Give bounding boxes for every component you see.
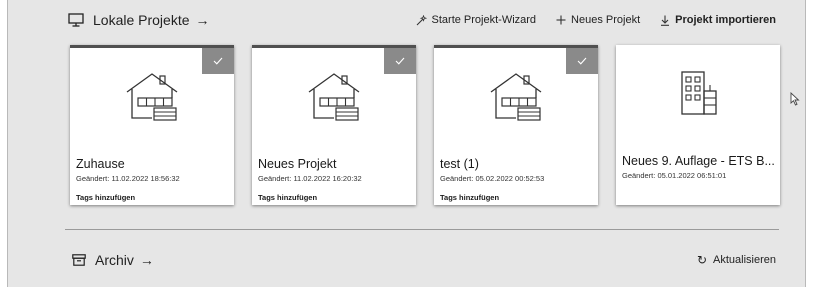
checkmark-icon — [395, 57, 405, 65]
new-project-button[interactable]: Neues Projekt — [556, 14, 640, 26]
refresh-button[interactable]: ↻ Aktualisieren — [697, 253, 776, 267]
add-tags-link[interactable]: Tags hinzufügen — [440, 193, 499, 202]
project-title: Neues Projekt — [258, 157, 337, 171]
project-title: Neues 9. Auflage - ETS B... — [622, 154, 774, 168]
checkmark-icon — [577, 57, 587, 65]
selected-check[interactable] — [566, 48, 598, 74]
project-modified-date: Geändert: 05.02.2022 00:52:53 — [440, 174, 545, 183]
office-building-icon — [681, 71, 717, 115]
archive-title: Archiv — [95, 252, 134, 268]
new-project-label: Neues Projekt — [571, 14, 641, 26]
project-cards: Zuhause Geändert: 11.02.2022 18:56:32 Ta… — [70, 45, 780, 205]
import-project-button[interactable]: Projekt importieren — [660, 14, 776, 26]
project-card[interactable]: Neues 9. Auflage - ETS B... Geändert: 05… — [616, 45, 780, 205]
project-title: Zuhause — [76, 157, 125, 171]
archive-bar: Archiv → ↻ Aktualisieren — [72, 250, 776, 270]
project-title: test (1) — [440, 157, 479, 171]
project-card[interactable]: Neues Projekt Geändert: 11.02.2022 16:20… — [252, 45, 416, 205]
header-actions: Starte Projekt-Wizard Neues Projekt Proj… — [396, 14, 776, 26]
import-project-label: Projekt importieren — [675, 14, 776, 26]
local-projects-header: Lokale Projekte → Starte Projekt-Wizard … — [68, 9, 776, 31]
section-divider — [65, 229, 779, 230]
local-projects-link[interactable]: Lokale Projekte → — [68, 12, 210, 28]
download-icon — [661, 15, 670, 26]
checkmark-icon — [213, 57, 223, 65]
project-modified-date: Geändert: 11.02.2022 18:56:32 — [76, 174, 180, 183]
archive-box-icon — [72, 254, 86, 266]
refresh-label: Aktualisieren — [713, 254, 776, 266]
house-icon — [308, 73, 360, 121]
project-card[interactable]: test (1) Geändert: 05.02.2022 00:52:53 T… — [434, 45, 598, 205]
add-tags-link[interactable]: Tags hinzufügen — [76, 193, 135, 202]
start-wizard-label: Starte Projekt-Wizard — [431, 14, 537, 26]
archive-link[interactable]: Archiv → — [72, 252, 154, 268]
refresh-icon: ↻ — [696, 253, 708, 267]
mouse-cursor-icon — [790, 92, 800, 106]
plus-icon — [556, 15, 566, 25]
monitor-icon — [68, 13, 84, 27]
project-modified-date: Geändert: 05.01.2022 06:51:01 — [622, 171, 727, 180]
selected-check[interactable] — [384, 48, 416, 74]
local-projects-title: Lokale Projekte — [93, 12, 190, 28]
project-modified-date: Geändert: 11.02.2022 16:20:32 — [258, 174, 362, 183]
house-icon — [490, 73, 542, 121]
project-card[interactable]: Zuhause Geändert: 11.02.2022 18:56:32 Ta… — [70, 45, 234, 205]
add-tags-link[interactable]: Tags hinzufügen — [258, 193, 317, 202]
arrow-right-icon: → — [139, 252, 154, 268]
arrow-right-icon: → — [195, 12, 210, 28]
start-wizard-button[interactable]: Starte Projekt-Wizard — [416, 14, 537, 26]
magic-wand-icon — [416, 14, 427, 25]
selected-check[interactable] — [202, 48, 234, 74]
house-icon — [126, 73, 178, 121]
projects-panel: Lokale Projekte → Starte Projekt-Wizard … — [7, 0, 806, 287]
